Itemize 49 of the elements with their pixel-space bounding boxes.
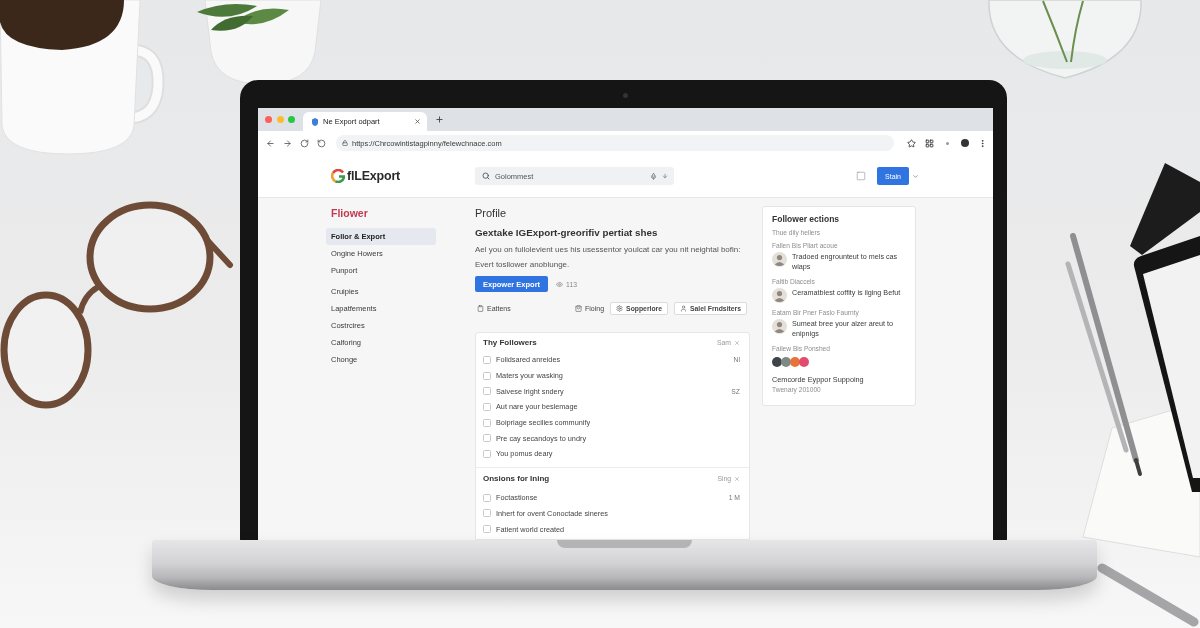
close-window-button[interactable] bbox=[265, 116, 272, 123]
avatar-icon bbox=[772, 288, 787, 303]
settings-icon bbox=[616, 304, 624, 312]
panel-title: Follower ections bbox=[772, 213, 841, 225]
avatar-icon bbox=[772, 319, 787, 334]
section-title: Thy Followers bbox=[483, 338, 538, 347]
profile-heading: Gextake IGExport-greorifiv pertiat shes bbox=[475, 227, 659, 239]
dot-icon[interactable] bbox=[946, 141, 949, 145]
checkbox[interactable] bbox=[483, 449, 491, 458]
forward-icon[interactable] bbox=[283, 138, 292, 148]
more-icon[interactable] bbox=[978, 138, 987, 148]
minimize-window-button[interactable] bbox=[276, 116, 284, 123]
reload-icon[interactable] bbox=[300, 138, 309, 148]
arrow-down-icon[interactable] bbox=[662, 173, 668, 179]
caret-icon[interactable] bbox=[912, 172, 919, 180]
new-tab-icon[interactable] bbox=[435, 115, 444, 124]
close-icon[interactable] bbox=[414, 118, 421, 125]
search-icon bbox=[482, 172, 490, 180]
checkbox[interactable] bbox=[483, 387, 491, 396]
checkbox[interactable] bbox=[483, 418, 491, 427]
eye-icon bbox=[556, 280, 564, 288]
page-title: Profile bbox=[475, 206, 508, 220]
sidebar-title: Fliower bbox=[330, 206, 369, 220]
maximize-window-button[interactable] bbox=[288, 116, 295, 123]
logo-icon bbox=[331, 169, 345, 183]
webcam-icon bbox=[623, 93, 628, 98]
checkbox[interactable] bbox=[483, 355, 491, 364]
avatar-icon bbox=[772, 252, 787, 267]
profile-description: Ael you on fullolevient ues his usessentor youlcat car you nit neightal bofin: Evert tosllower anoblunge. bbox=[475, 244, 742, 271]
back-icon[interactable] bbox=[266, 138, 275, 148]
clipboard-icon bbox=[477, 304, 484, 312]
reload-icon[interactable] bbox=[317, 138, 326, 148]
section-title: Onsions for Ining bbox=[483, 474, 551, 484]
checkbox[interactable] bbox=[483, 402, 491, 411]
checkbox[interactable] bbox=[483, 509, 491, 518]
page-icon bbox=[311, 117, 319, 126]
square-icon[interactable] bbox=[856, 171, 867, 181]
bookmark-star-icon[interactable] bbox=[907, 138, 916, 148]
bag-icon bbox=[575, 304, 583, 312]
lock-icon bbox=[342, 140, 348, 146]
microphone-icon[interactable] bbox=[650, 172, 657, 180]
person-icon bbox=[680, 304, 687, 312]
checkbox[interactable] bbox=[483, 434, 491, 443]
account-icon[interactable] bbox=[961, 139, 969, 147]
logo-text: flLExport bbox=[347, 169, 401, 183]
grid-icon[interactable] bbox=[925, 138, 934, 148]
checkbox[interactable] bbox=[483, 525, 491, 534]
checkbox[interactable] bbox=[483, 493, 491, 502]
checkbox[interactable] bbox=[483, 371, 491, 380]
